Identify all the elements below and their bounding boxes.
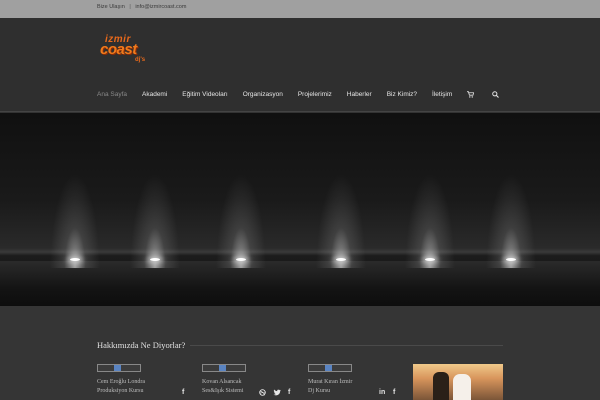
contact-phone-label: Bize Ulaşın xyxy=(97,4,125,10)
quote-icon xyxy=(325,365,332,371)
quote-box xyxy=(202,364,246,372)
spotlight-light xyxy=(150,258,160,261)
nav-item-academy[interactable]: Akademi xyxy=(142,91,167,98)
testimonials-title: Hakkımızda Ne Diyorlar? xyxy=(97,340,186,350)
dribbble-icon[interactable] xyxy=(259,389,266,398)
photo-groom-figure xyxy=(433,372,449,400)
testimonial-author: Murat Kıran İzmir xyxy=(308,379,353,385)
contact-info: Bize Ulaşın | info@izmircoast.com xyxy=(97,4,186,10)
testimonial-author: Cem Eroğlu Londra xyxy=(97,379,145,385)
search-icon[interactable] xyxy=(492,85,500,103)
nav-item-projects[interactable]: Projelerimiz xyxy=(298,91,332,98)
quote-box xyxy=(308,364,352,372)
testimonials-section: Hakkımızda Ne Diyorlar? Cem Eroğlu Londr… xyxy=(0,306,600,400)
nav-item-organization[interactable]: Organizasyon xyxy=(243,91,283,98)
contact-email-link[interactable]: info@izmircoast.com xyxy=(135,4,186,10)
testimonial-text: Kovan Alsancak Ses&Işık Sistemi xyxy=(202,378,302,396)
nav-item-contact[interactable]: İletişim xyxy=(432,91,452,98)
contact-separator: | xyxy=(129,4,131,10)
spotlight-light xyxy=(506,258,516,261)
facebook-icon[interactable]: f xyxy=(182,389,184,396)
quote-icon xyxy=(219,365,226,371)
spotlight-light xyxy=(336,258,346,261)
spotlight-glow xyxy=(130,173,180,268)
cart-icon[interactable] xyxy=(467,85,475,103)
testimonial-author: Kovan Alsancak xyxy=(202,379,242,385)
spotlight-light xyxy=(70,258,80,261)
nav-item-about[interactable]: Biz Kimiz? xyxy=(387,91,417,98)
nav-item-training-videos[interactable]: Eğitim Videoları xyxy=(182,91,227,98)
nav-item-home[interactable]: Ana Sayfa xyxy=(97,91,127,98)
spotlight-light xyxy=(236,258,246,261)
site-logo[interactable]: izmir coast dj's xyxy=(97,34,155,66)
testimonial-course: Ses&Işık Sistemi xyxy=(202,388,244,394)
hero-banner xyxy=(0,113,600,306)
linkedin-icon[interactable]: in xyxy=(379,389,385,396)
nav-item-news[interactable]: Haberler xyxy=(347,91,372,98)
section-divider xyxy=(190,345,503,346)
quote-icon xyxy=(114,365,121,371)
testimonial-card: Kovan Alsancak Ses&Işık Sistemi xyxy=(202,364,302,396)
spotlight-glow xyxy=(216,173,266,268)
facebook-icon[interactable]: f xyxy=(393,389,395,396)
top-bar: Bize Ulaşın | info@izmircoast.com xyxy=(0,0,600,18)
spotlight-glow xyxy=(316,173,366,268)
logo-text-djs: dj's xyxy=(135,57,146,63)
twitter-icon[interactable] xyxy=(273,389,281,398)
spotlight-glow xyxy=(50,173,100,268)
main-navigation: Ana Sayfa Akademi Eğitim Videoları Organ… xyxy=(97,89,517,99)
quote-box xyxy=(97,364,141,372)
spotlight-glow xyxy=(405,173,455,268)
spotlight-light xyxy=(425,258,435,261)
logo-text-coast: coast xyxy=(100,41,137,58)
photo-bride-figure xyxy=(453,374,471,400)
wedding-photo xyxy=(413,364,503,400)
facebook-icon[interactable]: f xyxy=(288,389,290,396)
spotlight-glow xyxy=(486,173,536,268)
